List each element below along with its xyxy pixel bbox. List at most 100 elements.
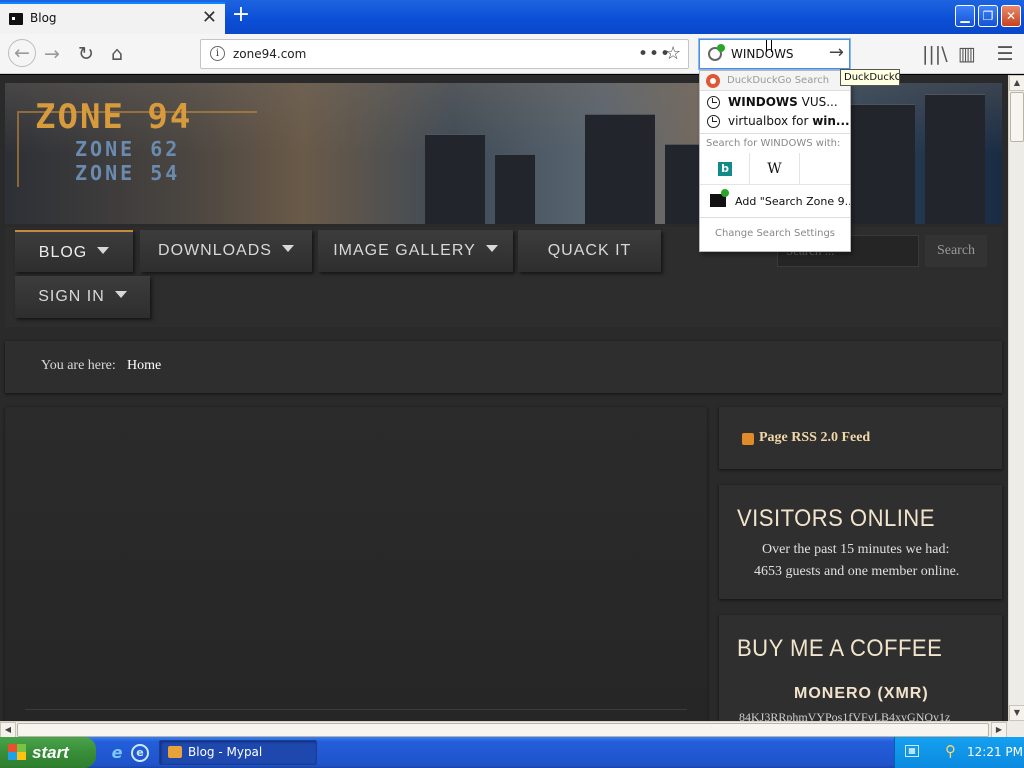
scroll-thumb[interactable] bbox=[17, 723, 989, 737]
banner-building bbox=[845, 104, 915, 224]
window-minimize-button[interactable]: ▁ bbox=[955, 5, 975, 27]
scroll-thumb[interactable] bbox=[1010, 92, 1024, 142]
tab-title: Blog bbox=[30, 11, 57, 25]
search-suggestion[interactable]: virtualbox for win... bbox=[700, 112, 850, 131]
caret-down-icon bbox=[97, 247, 110, 254]
caret-down-icon bbox=[114, 291, 127, 298]
browser-nav-bar: ← → ↻ ⌂ i zone94.com ••• ☆ WINDOWS → |||… bbox=[0, 34, 1024, 74]
site-search-button[interactable]: Search bbox=[925, 235, 987, 267]
suggestion-rest: VUS... bbox=[797, 95, 838, 109]
menu-item-image-gallery[interactable]: IMAGE GALLERY bbox=[318, 230, 513, 272]
dropdown-engine-header: DuckDuckGo Search bbox=[700, 71, 850, 91]
history-clock-icon bbox=[707, 96, 720, 109]
engine-name: DuckDuckGo Search bbox=[727, 75, 830, 86]
browser-tab-bar: Blog ✕ + ▁ ❐ ✕ bbox=[0, 0, 1024, 34]
tab-close-icon[interactable]: ✕ bbox=[202, 8, 217, 28]
url-text[interactable]: zone94.com bbox=[233, 47, 306, 61]
menu-item-label: IMAGE GALLERY bbox=[333, 242, 476, 259]
scroll-up-icon[interactable]: ▲ bbox=[1009, 75, 1024, 91]
menu-item-downloads[interactable]: DOWNLOADS bbox=[140, 230, 312, 272]
breadcrumb: You are here: Home bbox=[5, 341, 1002, 393]
browser-quicklaunch-icon[interactable]: e bbox=[131, 744, 149, 762]
site-logo-sub: ZONE 62 bbox=[75, 137, 181, 161]
banner-building bbox=[495, 154, 535, 224]
rss-feed-link[interactable]: Page RSS 2.0 Feed bbox=[759, 430, 870, 446]
home-button[interactable]: ⌂ bbox=[105, 42, 129, 66]
search-engine-icon[interactable] bbox=[708, 44, 725, 61]
search-bar[interactable]: WINDOWS → bbox=[699, 39, 850, 69]
suggestion-bold: WINDOWS bbox=[728, 95, 798, 109]
site-main-menu: BLOG DOWNLOADS IMAGE GALLERY QUACK IT SI… bbox=[5, 227, 1002, 327]
taskbar-item-blog[interactable]: Blog - Mypal bbox=[159, 740, 317, 765]
search-input[interactable]: WINDOWS bbox=[731, 47, 794, 61]
window-close-button[interactable]: ✕ bbox=[1001, 5, 1021, 27]
engine-wikipedia-button[interactable]: W bbox=[750, 153, 800, 185]
reload-button[interactable]: ↻ bbox=[74, 42, 98, 66]
vertical-scrollbar[interactable]: ▲ ▼ bbox=[1008, 75, 1024, 721]
search-go-icon[interactable]: → bbox=[829, 42, 844, 63]
bookmark-star-icon[interactable]: ☆ bbox=[665, 43, 681, 64]
sidebar-rss-module: Page RSS 2.0 Feed bbox=[719, 407, 1002, 469]
sidebar-coffee-module: BUY ME A COFFEE MONERO (XMR) 84KJ3RRphmV… bbox=[719, 615, 1002, 721]
hamburger-menu-button[interactable]: ☰ bbox=[993, 42, 1017, 66]
site-banner[interactable]: ZONE 94 ZONE 62 ZONE 54 bbox=[5, 83, 1002, 224]
page-content: ZONE 94 ZONE 62 ZONE 54 BLOG DOWNLOADS I… bbox=[0, 75, 1008, 721]
site-logo[interactable]: ZONE 94 bbox=[35, 97, 192, 137]
menu-item-label: SIGN IN bbox=[38, 288, 105, 305]
scroll-right-icon[interactable]: ▶ bbox=[991, 722, 1007, 738]
new-tab-button[interactable]: + bbox=[230, 4, 252, 28]
monero-address: 84KJ3RRphmVYPos1fVFyLB4xyGNQy1z bbox=[739, 710, 951, 721]
visitors-title: VISITORS ONLINE bbox=[737, 505, 935, 532]
horizontal-scrollbar[interactable]: ◀ ▶ bbox=[0, 721, 1008, 738]
duckduckgo-icon bbox=[706, 74, 720, 88]
history-clock-icon bbox=[707, 115, 720, 128]
search-with-label: Search for WINDOWS with: bbox=[700, 133, 850, 151]
search-suggestions-dropdown: DuckDuckGo Search WINDOWS VUS... virtual… bbox=[699, 70, 851, 252]
scroll-left-icon[interactable]: ◀ bbox=[0, 722, 16, 738]
rss-icon bbox=[742, 433, 754, 445]
scroll-down-icon[interactable]: ▼ bbox=[1009, 705, 1024, 721]
site-logo-sub: ZONE 54 bbox=[75, 161, 181, 185]
tab-blog[interactable]: Blog ✕ bbox=[0, 2, 225, 34]
suggestion-bold: win... bbox=[812, 114, 850, 128]
url-bar[interactable]: i zone94.com ••• ☆ bbox=[200, 39, 689, 69]
coffee-title: BUY ME A COFFEE bbox=[737, 635, 943, 662]
zone94-favicon-icon bbox=[9, 13, 23, 25]
taskbar-item-label: Blog - Mypal bbox=[188, 745, 263, 759]
menu-item-quack-it[interactable]: QUACK IT bbox=[518, 230, 661, 272]
scrollbar-corner bbox=[1008, 721, 1024, 737]
menu-item-label: QUACK IT bbox=[547, 242, 632, 259]
keyboard-icon[interactable]: ▦ bbox=[905, 745, 919, 757]
search-suggestion[interactable]: WINDOWS VUS... bbox=[700, 93, 850, 112]
sidebar-toggle-button[interactable]: ▥ bbox=[955, 42, 979, 66]
engine-bing-button[interactable]: b bbox=[700, 153, 750, 185]
screen: Blog ✕ + ▁ ❐ ✕ ← → ↻ ⌂ i zone94.com ••• … bbox=[0, 0, 1024, 768]
divider bbox=[25, 709, 687, 710]
site-info-icon[interactable]: i bbox=[210, 46, 225, 61]
monero-heading: MONERO (XMR) bbox=[794, 685, 929, 702]
menu-item-blog[interactable]: BLOG bbox=[15, 230, 133, 272]
banner-building bbox=[665, 144, 700, 224]
caret-down-icon bbox=[485, 245, 498, 252]
visitors-text: Over the past 15 minutes we had: bbox=[762, 542, 950, 557]
back-button[interactable]: ← bbox=[8, 39, 36, 67]
caret-down-icon bbox=[281, 245, 294, 252]
forward-button[interactable]: → bbox=[40, 42, 64, 66]
windows-flag-icon bbox=[8, 744, 26, 760]
text-cursor-icon bbox=[766, 40, 772, 52]
library-button[interactable]: |||\ bbox=[922, 42, 948, 66]
menu-item-sign-in[interactable]: SIGN IN bbox=[15, 276, 150, 318]
internet-explorer-icon[interactable]: e bbox=[108, 744, 126, 762]
window-maximize-button[interactable]: ❐ bbox=[978, 5, 998, 27]
clock: 12:21 PM bbox=[967, 745, 1023, 759]
tooltip: DuckDuckGo bbox=[840, 69, 900, 86]
start-button[interactable]: start bbox=[0, 737, 96, 768]
start-label: start bbox=[32, 743, 69, 762]
add-engine-label: Add "Search Zone 9... bbox=[735, 195, 850, 208]
bing-icon: b bbox=[718, 162, 732, 176]
visitors-count: 4653 guests and one member online. bbox=[754, 564, 960, 579]
magnifier-icon[interactable]: ⚲ bbox=[945, 743, 961, 759]
add-search-engine-item[interactable]: Add "Search Zone 9... bbox=[700, 186, 850, 216]
change-search-settings-button[interactable]: Change Search Settings bbox=[700, 217, 850, 251]
suggestion-rest: virtualbox for bbox=[728, 114, 813, 128]
